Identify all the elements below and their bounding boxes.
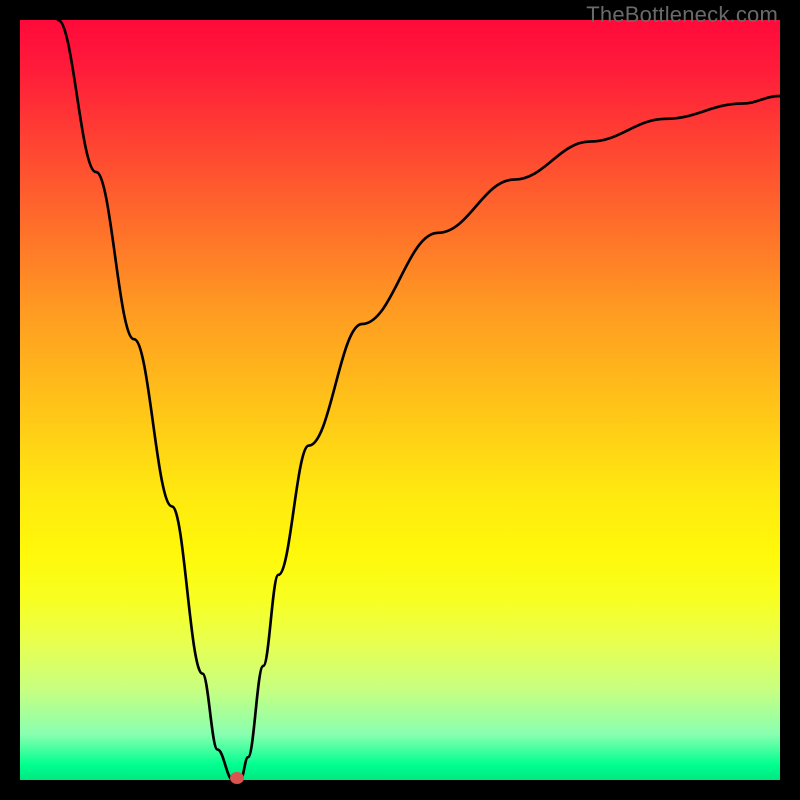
bottleneck-curve [58, 20, 780, 780]
chart-frame: TheBottleneck.com [0, 0, 800, 800]
optimal-marker [230, 772, 244, 784]
plot-area [20, 20, 780, 780]
watermark-text: TheBottleneck.com [586, 2, 778, 28]
curve-svg [20, 20, 780, 780]
